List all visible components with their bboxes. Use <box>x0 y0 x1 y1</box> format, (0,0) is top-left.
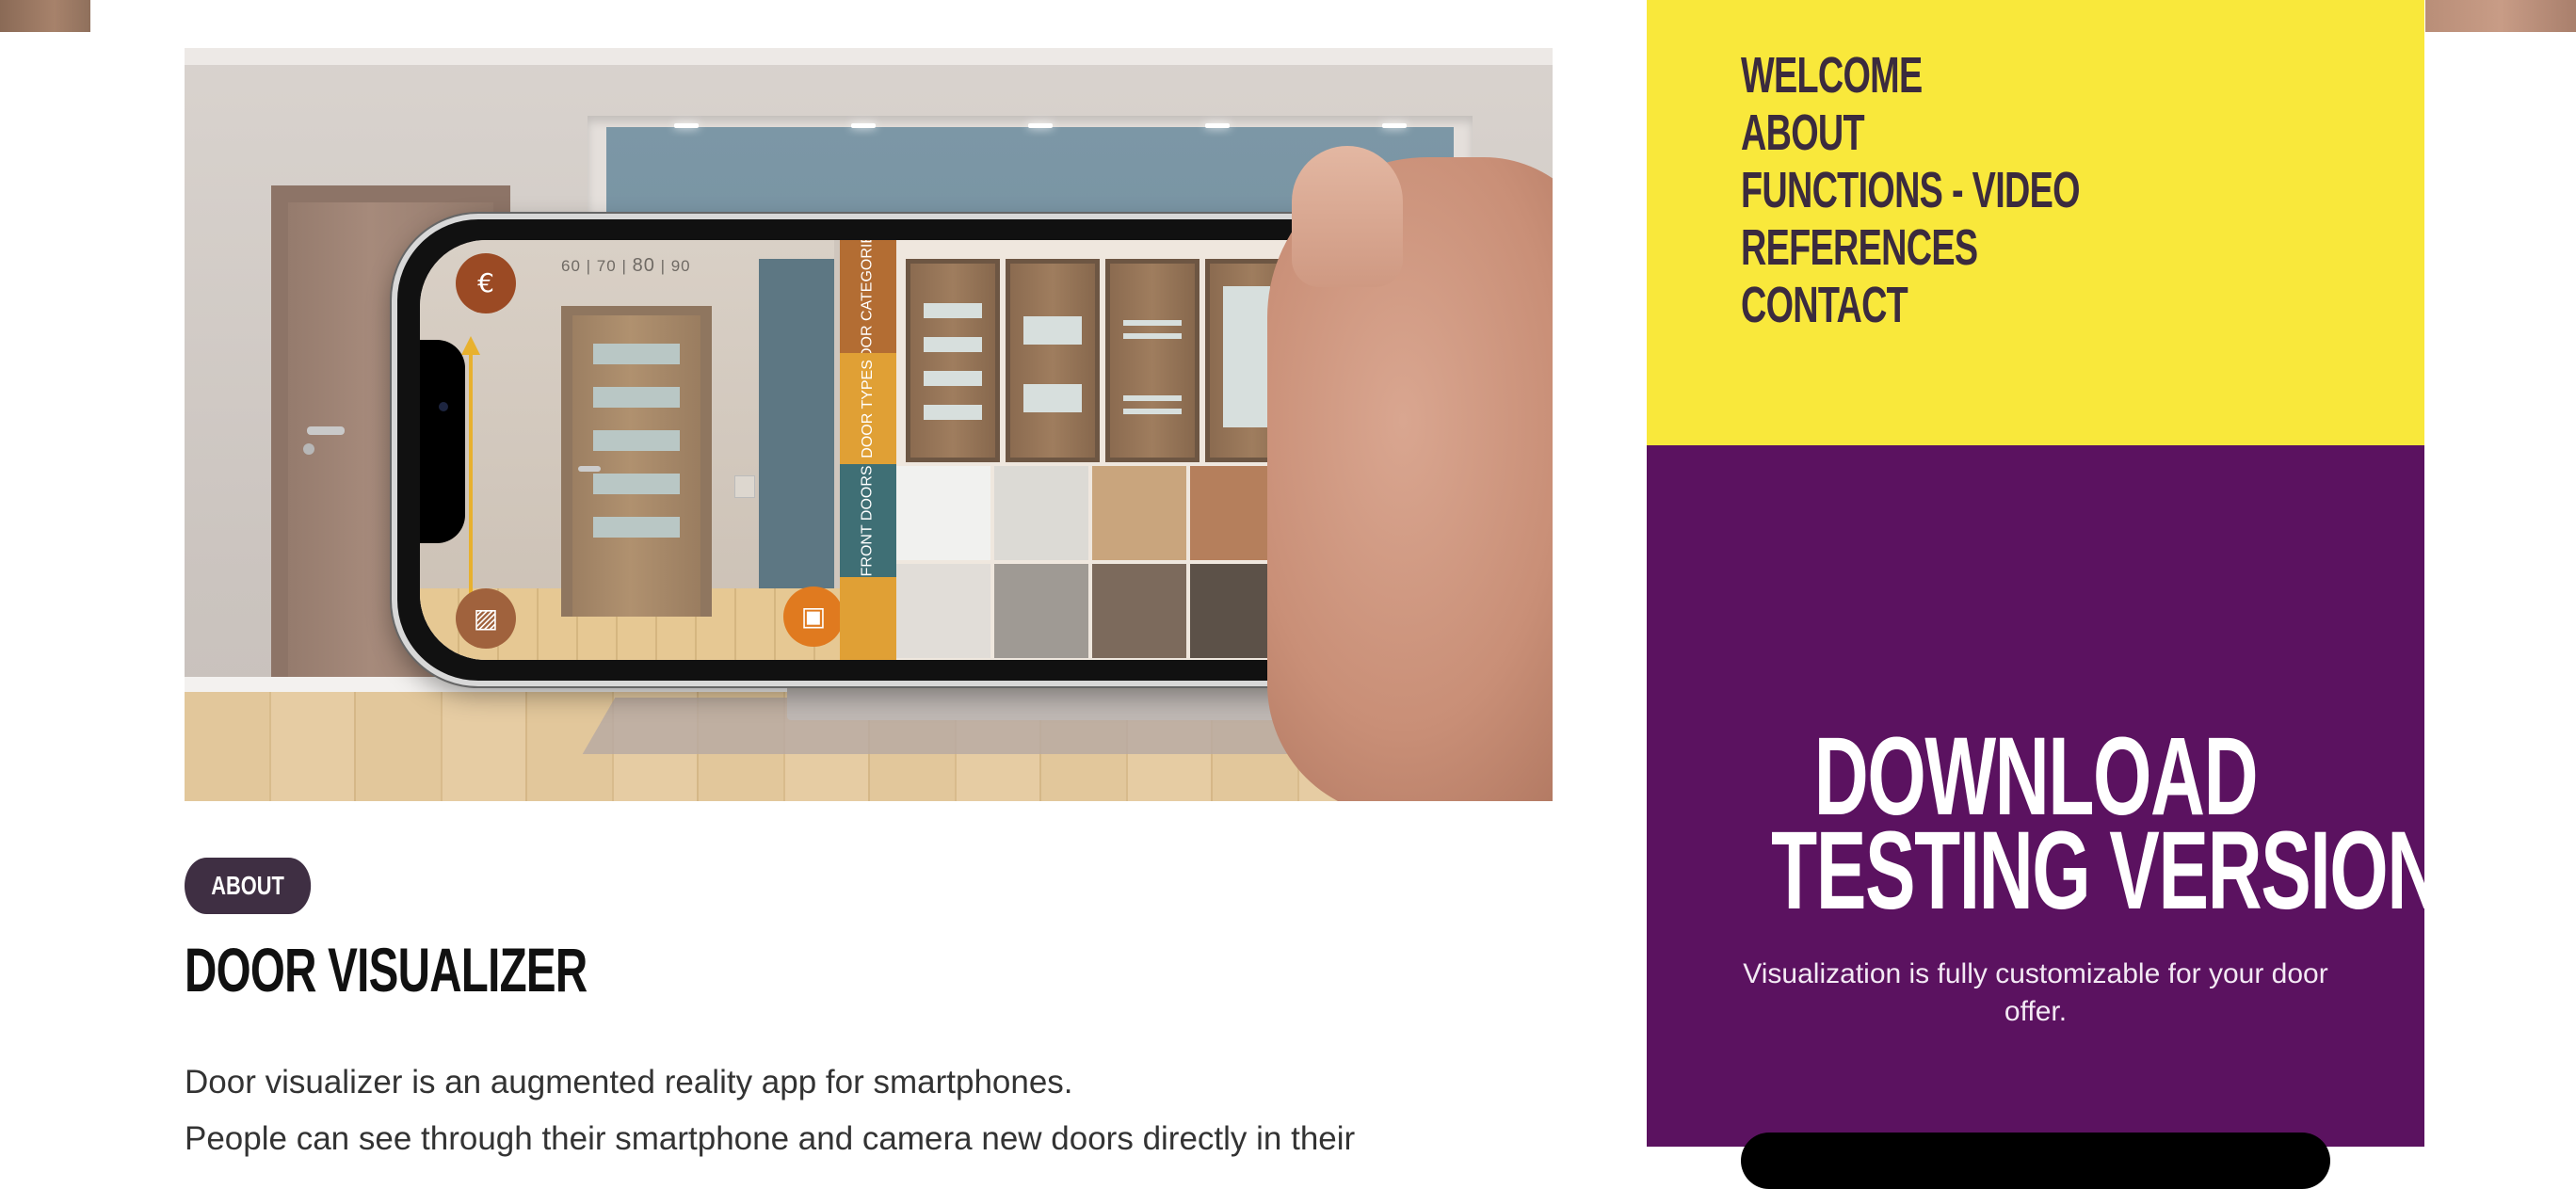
edge-thumbnail-left <box>0 0 90 32</box>
hand-finger <box>1292 146 1403 287</box>
width-scale: 60 | 70 | 80 | 90 <box>561 255 691 276</box>
page-title: DOOR VISUALIZER <box>185 935 588 1004</box>
front-camera <box>439 402 448 411</box>
material-swatch[interactable] <box>896 564 990 658</box>
category-tabs: DOOR CATEGORIES DOOR TYPES FRONT DOORS <box>840 240 896 660</box>
screen-blue-wall <box>759 259 834 598</box>
intro-paragraph: Door visualizer is an augmented reality … <box>185 1064 1073 1101</box>
ceiling-light <box>851 123 876 128</box>
ceiling-light <box>674 123 699 128</box>
door-glass-pane <box>593 474 680 494</box>
door-glass-pane <box>593 430 680 451</box>
door-glass-pane <box>593 517 680 538</box>
nav-item-functions-video[interactable]: FUNCTIONS - VIDEO <box>1741 162 2081 219</box>
scale-label: 80 <box>632 255 655 276</box>
tab-front-doors[interactable]: FRONT DOORS <box>840 464 896 577</box>
height-guide-line <box>469 353 473 598</box>
door-glass-pane <box>593 344 680 364</box>
light-switch <box>734 475 755 498</box>
material-swatch[interactable] <box>994 466 1088 560</box>
height-arrow-icon <box>461 336 480 355</box>
nav-item-contact[interactable]: CONTACT <box>1741 277 2080 334</box>
gallery-icon[interactable]: ▣ <box>783 586 844 647</box>
download-title: DOWNLOAD TESTING VERSION <box>1647 721 2441 933</box>
scale-label: 90 <box>670 257 691 275</box>
material-swatch[interactable] <box>1092 466 1186 560</box>
hero-image: 60 | 70 | 80 | 90 € ▨ ▣ ◉ ⊕ DOOR CATEGOR… <box>185 48 1553 801</box>
door-handle <box>307 426 345 435</box>
download-button[interactable] <box>1741 1133 2330 1189</box>
catalog-door[interactable] <box>1105 259 1199 462</box>
nav-item-welcome[interactable]: WELCOME <box>1741 47 2080 104</box>
tab-door-types[interactable]: DOOR TYPES <box>840 353 896 464</box>
material-swatch[interactable] <box>1092 564 1186 658</box>
ceiling-light <box>1382 123 1407 128</box>
catalog-door[interactable] <box>906 259 1000 462</box>
download-description: Visualization is fully customizable for … <box>1743 958 2328 1027</box>
phone-notch <box>420 340 465 543</box>
download-title-line2: TESTING VERSION <box>1771 809 2441 933</box>
nav-item-references[interactable]: REFERENCES <box>1741 219 2080 277</box>
pattern-icon[interactable]: ▨ <box>456 588 516 649</box>
nav-item-about[interactable]: ABOUT <box>1741 104 2080 162</box>
price-list-icon[interactable]: € <box>456 253 516 313</box>
main-nav: WELCOME ABOUT FUNCTIONS - VIDEO REFERENC… <box>1741 47 2225 334</box>
preview-door-handle <box>578 466 601 472</box>
ceiling-light <box>1205 123 1230 128</box>
category-badge[interactable]: ABOUT <box>185 858 312 914</box>
tab-extra[interactable] <box>840 577 896 660</box>
door-glass-pane <box>593 387 680 408</box>
material-swatch[interactable] <box>896 466 990 560</box>
room-ceiling <box>185 48 1553 65</box>
nav-panel: WELCOME ABOUT FUNCTIONS - VIDEO REFERENC… <box>1647 0 2424 445</box>
material-swatch[interactable] <box>994 564 1088 658</box>
scale-label: 60 <box>561 257 581 275</box>
edge-thumbnail-right <box>2425 0 2576 32</box>
door-lock <box>303 443 314 455</box>
ceiling-light <box>1028 123 1053 128</box>
download-panel: DOWNLOAD TESTING VERSION Visualization i… <box>1647 445 2441 1189</box>
tab-door-categories[interactable]: DOOR CATEGORIES <box>840 240 896 370</box>
body-paragraph: People can see through their smartphone … <box>185 1120 1356 1157</box>
catalog-door[interactable] <box>1006 259 1100 462</box>
scale-label: 70 <box>596 257 617 275</box>
